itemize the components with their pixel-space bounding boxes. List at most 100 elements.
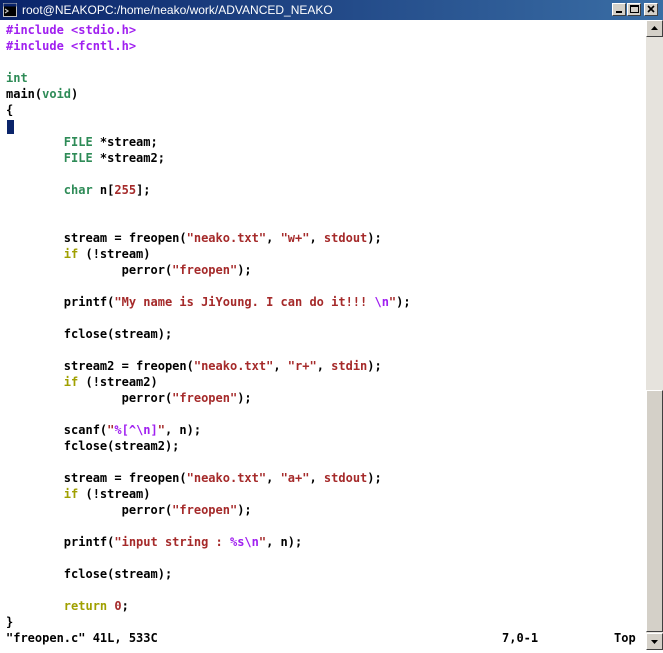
code-token: ]; — [136, 183, 151, 197]
scroll-up-button[interactable] — [646, 20, 663, 37]
code-token: perror( — [6, 503, 173, 517]
code-token: %[^\n] — [114, 423, 158, 437]
code-token: 0 — [114, 599, 122, 613]
code-token: stream = freopen( — [6, 471, 187, 485]
scroll-thumb[interactable] — [646, 390, 663, 632]
code-token: "w+" — [280, 231, 310, 245]
code-line: fclose(stream); — [6, 566, 172, 582]
code-token: void — [42, 87, 72, 101]
status-cursor-position: 7,0-1 — [502, 631, 539, 645]
code-token: 255 — [114, 183, 137, 197]
code-token: (!stream) — [78, 247, 151, 261]
code-token: \n — [374, 295, 389, 309]
code-line: perror("freopen"); — [6, 390, 252, 406]
code-token: , — [266, 471, 281, 485]
code-token: , — [273, 359, 288, 373]
code-token: *stream2; — [92, 151, 165, 165]
minimize-button[interactable] — [612, 3, 626, 16]
code-token: { — [6, 103, 14, 117]
code-line: scanf("%[^\n]", n); — [6, 422, 201, 438]
code-line: fclose(stream2); — [6, 438, 180, 454]
code-token: ); — [367, 471, 382, 485]
code-token: , n); — [266, 535, 303, 549]
code-token: stdout — [323, 231, 368, 245]
code-token: if — [63, 247, 79, 261]
code-line: fclose(stream); — [6, 326, 172, 342]
code-line: printf("input string : %s\n", n); — [6, 534, 302, 550]
code-line: stream = freopen("neako.txt", "a+", stdo… — [6, 470, 382, 486]
status-file-info: "freopen.c" 41L, 533C — [6, 631, 158, 645]
maximize-button[interactable] — [627, 3, 641, 16]
code-token: if — [63, 487, 79, 501]
code-line: } — [6, 614, 13, 630]
code-token: FILE — [63, 151, 93, 165]
close-icon — [647, 5, 655, 13]
code-token: ); — [237, 503, 252, 517]
code-token: n[ — [92, 183, 115, 197]
code-token: "neako.txt" — [193, 359, 274, 373]
code-token: fclose(stream); — [6, 327, 173, 341]
scroll-down-button[interactable] — [646, 633, 663, 650]
code-token: if — [63, 375, 79, 389]
code-token: , — [309, 471, 324, 485]
code-line: main(void) — [6, 86, 78, 102]
code-token: "freopen" — [172, 391, 238, 405]
code-token: printf( — [6, 535, 115, 549]
code-token: (!stream) — [78, 487, 151, 501]
code-token: "My name is JiYoung. I can do it!!! — [114, 295, 375, 309]
vim-editor[interactable]: #include <stdio.h> #include <fcntl.h> int m… — [0, 20, 645, 630]
title-bar[interactable]: root@NEAKOPC:/home/neako/work/ADVANCED_N… — [0, 0, 663, 20]
vertical-scrollbar[interactable] — [646, 20, 663, 650]
code-token: ) — [71, 87, 79, 101]
close-button[interactable] — [644, 3, 658, 16]
code-token: ; — [121, 599, 129, 613]
code-token: perror( — [6, 391, 173, 405]
code-line: #include <fcntl.h> — [6, 38, 136, 54]
code-token: fclose(stream); — [6, 567, 173, 581]
code-line: stream = freopen("neako.txt", "w+", stdo… — [6, 230, 382, 246]
code-token: main( — [6, 87, 43, 101]
code-token: ); — [237, 391, 252, 405]
code-token: stdout — [323, 471, 368, 485]
minimize-icon — [616, 11, 622, 13]
code-token: , — [266, 231, 281, 245]
text-cursor — [7, 120, 14, 134]
terminal-icon — [3, 3, 17, 17]
code-token: , — [309, 231, 324, 245]
code-token: printf( — [6, 295, 115, 309]
code-token: %s\n — [229, 535, 259, 549]
status-scroll-position: Top — [614, 631, 636, 645]
scroll-down-icon — [651, 640, 658, 644]
code-token: "neako.txt" — [186, 471, 267, 485]
window-title: root@NEAKOPC:/home/neako/work/ADVANCED_N… — [22, 3, 333, 17]
code-token: int — [6, 71, 28, 85]
code-line: perror("freopen"); — [6, 502, 252, 518]
code-line: char n[255]; — [6, 182, 151, 198]
code-token: "neako.txt" — [186, 231, 267, 245]
code-token: "freopen" — [172, 263, 238, 277]
code-token: return — [63, 599, 108, 613]
code-line: FILE *stream2; — [6, 150, 165, 166]
code-token: stdin — [331, 359, 368, 373]
code-line: #include <stdio.h> — [6, 22, 136, 38]
code-token: "input string : — [114, 535, 230, 549]
code-token: stream = freopen( — [6, 231, 187, 245]
code-line: printf("My name is JiYoung. I can do it!… — [6, 294, 411, 310]
code-token: , n); — [164, 423, 202, 437]
code-token: FILE — [63, 135, 93, 149]
code-line: stream2 = freopen("neako.txt", "r+", std… — [6, 358, 382, 374]
code-token: fclose(stream2); — [6, 439, 180, 453]
code-token: "a+" — [280, 471, 310, 485]
code-token: "r+" — [287, 359, 317, 373]
code-line: FILE *stream; — [6, 134, 158, 150]
code-line: return 0; — [6, 598, 129, 614]
code-line: if (!stream) — [6, 486, 151, 502]
code-token: ); — [367, 359, 382, 373]
code-token: ); — [237, 263, 252, 277]
code-token: } — [6, 615, 14, 629]
